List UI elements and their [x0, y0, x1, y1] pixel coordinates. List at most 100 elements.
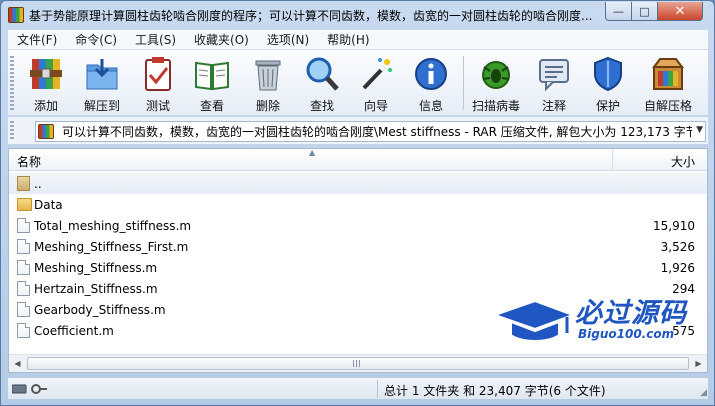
test-button[interactable]: 测试: [132, 53, 184, 113]
wizard-button[interactable]: 向导: [350, 53, 402, 113]
virus-scan-button[interactable]: 扫描病毒: [470, 53, 522, 113]
extract-to-button[interactable]: 解压到: [76, 53, 128, 113]
title-bar[interactable]: 基于势能原理计算圆柱齿轮啮合刚度的程序；可以计算不同齿数，模数，齿宽的一对圆柱齿…: [1, 1, 714, 29]
item-size: 15,910: [653, 219, 695, 233]
address-bar: 可以计算不同齿数，模数，齿宽的一对圆柱齿轮的啮合刚度\Mest stiffnes…: [8, 117, 708, 145]
test-icon: [140, 55, 176, 93]
menu-help[interactable]: 帮助(H): [318, 31, 378, 48]
folder-icon: [17, 198, 32, 211]
view-button[interactable]: 查看: [186, 53, 238, 113]
watermark-logo: 必过源码 Biguo100.com: [493, 291, 703, 351]
watermark-text: 必过源码: [575, 298, 687, 329]
menu-file[interactable]: 文件(F): [8, 31, 66, 48]
delete-label: 删除: [255, 99, 280, 113]
scroll-right-icon[interactable]: ▶: [690, 355, 707, 372]
scroll-left-icon[interactable]: ◀: [9, 355, 26, 372]
menu-commands[interactable]: 命令(C): [66, 31, 126, 48]
item-name: Total_meshing_stiffness.m: [34, 219, 192, 233]
sfx-icon: [650, 55, 686, 93]
find-icon: [304, 55, 340, 93]
minimize-button[interactable]: —: [605, 2, 632, 21]
info-label: 信息: [418, 99, 443, 113]
virus-scan-label: 扫描病毒: [471, 99, 520, 113]
file-icon: [17, 218, 30, 233]
winrar-window: 基于势能原理计算圆柱齿轮啮合刚度的程序；可以计算不同齿数，模数，齿宽的一对圆柱齿…: [0, 0, 715, 406]
file-icon: [17, 281, 30, 296]
column-divider[interactable]: [612, 149, 613, 171]
column-size[interactable]: 大小: [671, 153, 695, 170]
item-size: 1,926: [660, 261, 695, 275]
test-label: 测试: [145, 99, 170, 113]
sfx-label: 自解压格: [643, 99, 692, 113]
item-name: Data: [34, 198, 63, 212]
delete-icon: [250, 55, 286, 93]
add-label: 添加: [33, 99, 58, 113]
item-size: 3,526: [660, 240, 695, 254]
menu-options[interactable]: 选项(N): [258, 31, 318, 48]
item-name: Gearbody_Stiffness.m: [34, 303, 166, 317]
item-name: Coefficient.m: [34, 324, 114, 338]
status-bar: 总计 1 文件夹 和 23,407 字节(6 个文件) ◢: [8, 377, 708, 399]
info-button[interactable]: 信息: [405, 53, 457, 113]
file-icon: [17, 260, 30, 275]
column-header: 名称 ▲ 大小: [9, 148, 707, 171]
maximize-button[interactable]: □: [631, 2, 658, 21]
wizard-icon: [358, 55, 394, 93]
menu-favorites[interactable]: 收藏夹(O): [185, 31, 258, 48]
find-button[interactable]: 查找: [296, 53, 348, 113]
list-item[interactable]: Total_meshing_stiffness.m 15,910: [9, 215, 707, 236]
scroll-grip-icon: [353, 360, 362, 367]
address-dropdown-icon[interactable]: ▼: [696, 125, 703, 135]
list-item[interactable]: Meshing_Stiffness.m 1,926: [9, 257, 707, 278]
protect-label: 保护: [595, 99, 620, 113]
address-field[interactable]: 可以计算不同齿数，模数，齿宽的一对圆柱齿轮的啮合刚度\Mest stiffnes…: [35, 121, 706, 142]
item-name: ..: [34, 177, 42, 191]
list-item[interactable]: Meshing_Stiffness_First.m 3,526: [9, 236, 707, 257]
view-label: 查看: [199, 99, 224, 113]
item-name: Meshing_Stiffness.m: [34, 261, 158, 275]
item-name: Meshing_Stiffness_First.m: [34, 240, 189, 254]
sort-arrow-icon: ▲: [309, 148, 316, 157]
sfx-button[interactable]: 自解压格: [642, 53, 694, 113]
window-title: 基于势能原理计算圆柱齿轮啮合刚度的程序；可以计算不同齿数，模数，齿宽的一对圆柱齿…: [29, 9, 593, 23]
column-name[interactable]: 名称: [17, 153, 41, 170]
wizard-label: 向导: [363, 99, 388, 113]
watermark-url: Biguo100.com: [578, 327, 675, 341]
status-divider: [377, 380, 378, 398]
list-item-parent[interactable]: ..: [9, 173, 707, 194]
drive-key-icon[interactable]: [12, 383, 48, 395]
address-path: 可以计算不同齿数，模数，齿宽的一对圆柱齿轮的啮合刚度\Mest stiffnes…: [62, 125, 692, 139]
item-name: Hertzain_Stiffness.m: [34, 282, 158, 296]
extract-to-label: 解压到: [83, 99, 120, 113]
resize-grip-icon[interactable]: ◢: [700, 388, 707, 398]
close-button[interactable]: ✕: [657, 2, 703, 21]
extract-to-icon: [84, 55, 120, 93]
menu-tools[interactable]: 工具(S): [126, 31, 185, 48]
delete-button[interactable]: 删除: [242, 53, 294, 113]
toolbar-separator: [463, 56, 464, 110]
view-icon: [194, 55, 230, 93]
protect-button[interactable]: 保护: [582, 53, 634, 113]
file-icon: [17, 239, 30, 254]
graduation-cap-icon: [493, 299, 575, 342]
info-icon: [413, 55, 449, 93]
file-icon: [17, 323, 30, 338]
toolbar: 添加 解压到 测试 查看 删除 查找 向导 信息 扫描病毒 注释 保护 自解压格: [8, 50, 708, 116]
comment-label: 注释: [541, 99, 566, 113]
menu-bar: 文件(F) 命令(C) 工具(S) 收藏夹(O) 选项(N) 帮助(H): [8, 30, 708, 50]
virus-scan-icon: [478, 55, 514, 93]
comment-button[interactable]: 注释: [528, 53, 580, 113]
add-button[interactable]: 添加: [20, 53, 72, 113]
comment-icon: [536, 55, 572, 93]
address-grip[interactable]: [10, 121, 14, 141]
horizontal-scrollbar[interactable]: ◀ ▶: [9, 354, 707, 372]
add-archive-icon: [28, 55, 64, 93]
parent-folder-icon: [17, 176, 30, 191]
winrar-app-icon[interactable]: [8, 7, 24, 23]
toolbar-grip[interactable]: [10, 56, 14, 110]
scroll-thumb[interactable]: [27, 357, 689, 370]
list-item-folder[interactable]: Data: [9, 194, 707, 215]
protect-icon: [590, 55, 626, 93]
find-label: 查找: [309, 99, 334, 113]
status-summary: 总计 1 文件夹 和 23,407 字节(6 个文件): [384, 384, 606, 398]
